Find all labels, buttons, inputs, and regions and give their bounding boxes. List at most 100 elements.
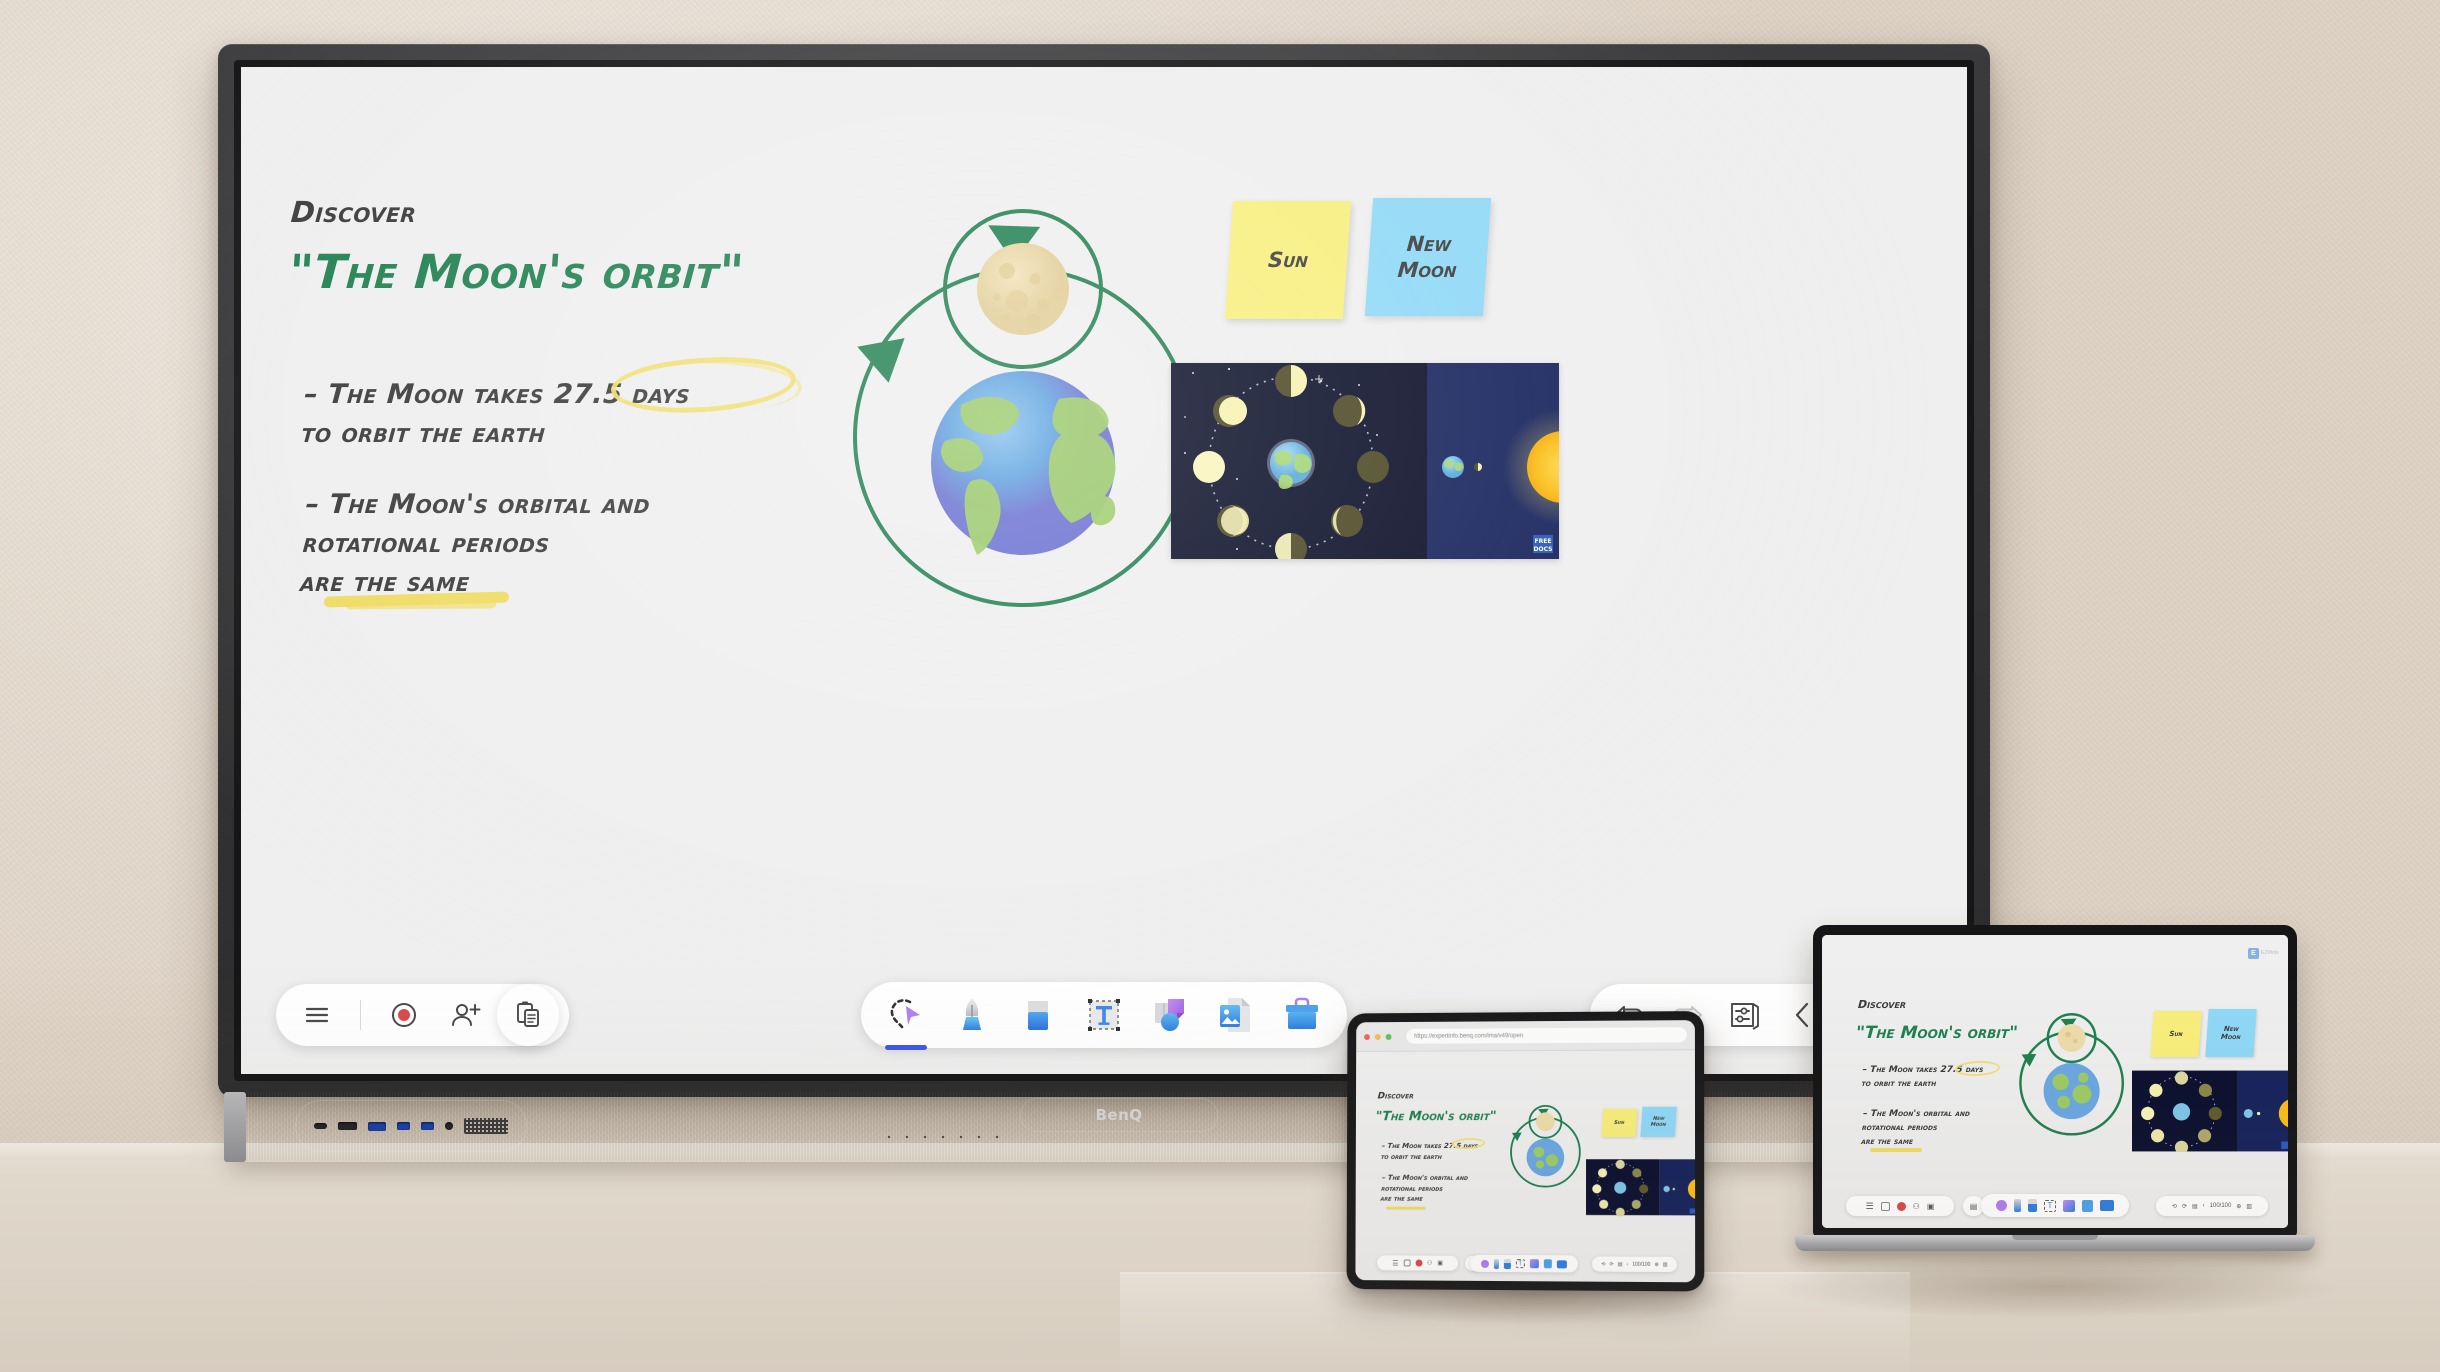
laptop-page-indicator[interactable]: 100/100: [2210, 1203, 2232, 1209]
tablet-settings-icon[interactable]: ▤: [1618, 1261, 1623, 1267]
hdmi-port: [337, 1122, 357, 1130]
laptop-prev-page-icon[interactable]: ‹: [2203, 1203, 2205, 1209]
clipboard-icon[interactable]: [509, 996, 547, 1034]
tablet-next-page-icon[interactable]: ⊕: [1655, 1261, 1659, 1267]
traffic-light-close[interactable]: [1364, 1033, 1370, 1040]
laptop-present-icon[interactable]: ▣: [1927, 1202, 1935, 1211]
tablet-tool-select[interactable]: [1480, 1259, 1489, 1268]
laptop-headline: "The Moon's orbit": [1855, 1023, 2019, 1043]
laptop-clipboard-icon[interactable]: ▤: [1970, 1202, 1978, 1211]
audio-jack-port: [445, 1122, 454, 1130]
sticky-note-new-moon-line-1: New: [1405, 231, 1452, 256]
laptop-tool-select[interactable]: [1996, 1200, 2007, 1211]
bullet-2-line-2: rotational periods: [301, 528, 551, 560]
laptop-phases-image[interactable]: [2132, 1070, 2288, 1152]
laptop-panels-icon[interactable]: ▥: [2246, 1203, 2252, 1210]
record-icon[interactable]: [385, 996, 423, 1034]
tablet-left-toolbar: ☰ ⚇ ▣: [1377, 1255, 1459, 1271]
room-scene: Discover "The Moon's orbit" – The Moon t…: [0, 0, 2440, 1372]
tablet-sticky-new-moon[interactable]: New Moon: [1640, 1106, 1677, 1137]
tablet-record-icon[interactable]: [1415, 1259, 1423, 1267]
laptop-settings-icon[interactable]: ▤: [2192, 1203, 2198, 1210]
tool-select[interactable]: [883, 992, 929, 1050]
tablet-sticky-sun[interactable]: Sun: [1601, 1108, 1638, 1137]
laptop-bullet-2: – The Moon's orbital and rotational peri…: [1860, 1109, 1971, 1147]
sticky-note-sun-label: Sun: [1267, 247, 1309, 272]
tablet-whiteboard-mirror[interactable]: Discover "The Moon's orbit" – The Moon t…: [1355, 1050, 1696, 1283]
tablet-present-icon[interactable]: ▣: [1437, 1260, 1443, 1267]
tablet-tool-toolbox[interactable]: [1556, 1259, 1567, 1268]
clipboard-button[interactable]: [497, 984, 559, 1046]
toolbar-divider: [360, 1000, 361, 1030]
board-settings-icon[interactable]: [1726, 996, 1764, 1034]
moon-phases-image[interactable]: FREE DOCS: [1171, 363, 1559, 559]
tablet-panels-icon[interactable]: ▥: [1663, 1261, 1668, 1267]
laptop-orbit-diagram: [2007, 1010, 2135, 1138]
moon-orbit-diagram: [811, 197, 1231, 617]
tool-pen[interactable]: [949, 992, 995, 1038]
tablet-tool-image[interactable]: [1543, 1259, 1552, 1269]
tool-text[interactable]: [1081, 992, 1127, 1038]
speaker-grille: [464, 1118, 509, 1134]
bullet-1-line-1: – The Moon takes 27.5 days: [303, 379, 692, 410]
laptop-nav-toolbar: ⟲ ⟳ ▤ ‹ 100/100 ⊕ ▥: [2156, 1196, 2268, 1216]
traffic-light-minimize[interactable]: [1374, 1033, 1381, 1040]
bullet-point-2: – The Moon's orbital and rotational peri…: [299, 485, 652, 602]
benq-interactive-display: Discover "The Moon's orbit" – The Moon t…: [218, 44, 1990, 1097]
tablet-tool-pen[interactable]: [1493, 1258, 1499, 1269]
add-user-icon[interactable]: [447, 996, 485, 1034]
tablet-undo-icon[interactable]: ⟲: [1601, 1261, 1605, 1267]
laptop-tool-image[interactable]: [2082, 1199, 2093, 1212]
laptop-add-user-icon[interactable]: ⚇: [1913, 1202, 1920, 1211]
laptop-camera-notch: [2016, 925, 2094, 934]
tablet-orbit-diagram: [1502, 1103, 1588, 1189]
tablet-tool-shapes[interactable]: [1529, 1259, 1539, 1269]
laptop-tool-toolbox[interactable]: [2100, 1200, 2114, 1211]
laptop-menu-icon[interactable]: ☰: [1866, 1201, 1874, 1212]
laptop-tool-eraser[interactable]: [2028, 1199, 2037, 1212]
sticky-note-sun[interactable]: Sun: [1224, 201, 1352, 319]
benq-brand-plate: BenQ: [1020, 1098, 1218, 1132]
tool-toolbox[interactable]: [1279, 992, 1325, 1038]
tablet-bullet-2: – The Moon's orbital and rotational peri…: [1380, 1173, 1469, 1203]
laptop-next-page-icon[interactable]: ⊕: [2236, 1203, 2241, 1210]
bullet-2-line-3: are the same: [299, 567, 471, 599]
laptop-sticky-sun[interactable]: Sun: [2150, 1011, 2202, 1057]
tablet-menu-icon[interactable]: ☰: [1392, 1259, 1398, 1267]
laptop-whiteboard-mirror[interactable]: E EZWrite Discover "The Moon's orbit" – …: [1822, 935, 2288, 1228]
bullet-1-line-2: to orbit the earth: [300, 418, 547, 450]
tool-shapes[interactable]: [1147, 992, 1193, 1038]
laptop-save-icon[interactable]: [1880, 1201, 1890, 1211]
tablet-redo-icon[interactable]: ⟳: [1609, 1261, 1613, 1267]
tablet-prev-page-icon[interactable]: ‹: [1626, 1261, 1628, 1267]
menu-icon[interactable]: [298, 996, 336, 1034]
traffic-light-maximize[interactable]: [1385, 1033, 1392, 1040]
tablet-tool-eraser[interactable]: [1503, 1258, 1511, 1269]
laptop-redo-icon[interactable]: ⟳: [2182, 1203, 2187, 1210]
tablet-save-icon[interactable]: [1403, 1259, 1411, 1267]
whiteboard-canvas[interactable]: Discover "The Moon's orbit" – The Moon t…: [241, 67, 1967, 1074]
tablet-headline: "The Moon's orbit": [1375, 1109, 1498, 1125]
tablet-url-bar[interactable]: https://expertinfo.benq.com/ima/v49/open: [1406, 1027, 1687, 1044]
tablet-tool-text[interactable]: T: [1515, 1259, 1525, 1269]
laptop-tool-text[interactable]: T: [2044, 1199, 2056, 1212]
laptop-undo-icon[interactable]: ⟲: [2172, 1203, 2177, 1210]
laptop-highlight-underline: [1870, 1148, 1922, 1152]
laptop-tool-pen[interactable]: [2014, 1199, 2021, 1212]
laptop-record-icon[interactable]: [1896, 1201, 1906, 1211]
tool-eraser[interactable]: [1015, 992, 1061, 1038]
laptop-tool-shapes[interactable]: [2063, 1199, 2075, 1212]
io-port-panel: [295, 1100, 527, 1152]
drawing-tools-toolbar: [861, 982, 1347, 1050]
laptop-base-notch: [2012, 1235, 2098, 1240]
tablet-phases-image[interactable]: [1586, 1158, 1696, 1217]
tablet-screen[interactable]: https://expertinfo.benq.com/ima/v49/open…: [1355, 1020, 1696, 1283]
laptop-screen[interactable]: E EZWrite Discover "The Moon's orbit" – …: [1822, 935, 2288, 1228]
slide-kicker: Discover: [289, 195, 418, 229]
laptop-sticky-new-moon[interactable]: New Moon: [2205, 1009, 2257, 1057]
sticky-note-new-moon[interactable]: New Moon: [1364, 198, 1492, 316]
tool-image[interactable]: [1213, 992, 1259, 1038]
laptop-kicker: Discover: [1857, 998, 1907, 1011]
tablet-add-user-icon[interactable]: ⚇: [1427, 1260, 1432, 1267]
tablet-page-indicator[interactable]: 100/100: [1632, 1261, 1650, 1267]
